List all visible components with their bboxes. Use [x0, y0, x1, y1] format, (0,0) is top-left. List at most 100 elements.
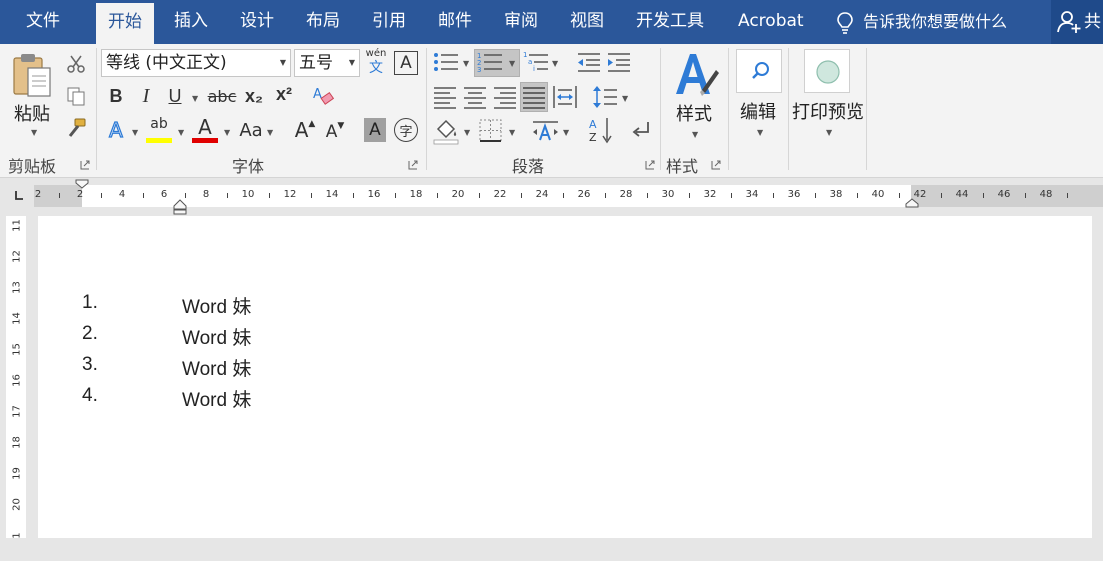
tab-layout[interactable]: 布局 [306, 0, 340, 44]
ruler-tick [1025, 193, 1026, 198]
vertical-ruler-label: 16 [11, 374, 23, 387]
print-preview-icon [816, 60, 840, 84]
highlight-button[interactable]: ab [146, 116, 172, 144]
italic-button[interactable]: I [135, 84, 157, 108]
phonetic-guide-button[interactable]: wén 文 [364, 48, 388, 78]
clipboard-icon [13, 54, 51, 97]
ruler-tick [773, 193, 774, 198]
tab-review[interactable]: 审阅 [504, 0, 538, 44]
hanging-indent-marker-icon[interactable] [173, 198, 187, 215]
grow-font-button[interactable]: A ▲ [292, 117, 318, 143]
strikethrough-button[interactable]: abc [206, 84, 238, 108]
align-center-button[interactable] [462, 84, 488, 110]
tab-view[interactable]: 视图 [570, 0, 604, 44]
decrease-indent-button[interactable] [576, 50, 602, 74]
text-effects-button[interactable]: A [104, 116, 128, 144]
underline-dropdown-icon[interactable]: ▼ [192, 94, 198, 103]
tab-mailings[interactable]: 邮件 [438, 0, 472, 44]
show-marks-button[interactable] [628, 118, 654, 144]
indent-icon [608, 53, 630, 72]
ruler-tick [479, 193, 480, 198]
ruler-tick [899, 193, 900, 198]
ruler-tick-label: 18 [409, 189, 423, 200]
share-button[interactable]: 共 [1051, 0, 1103, 44]
numbering-button[interactable]: 1 2 3 ▼ [474, 49, 520, 77]
shrink-font-button[interactable]: A ▼ [322, 119, 348, 145]
character-border-button[interactable]: A [394, 51, 418, 75]
ruler-tick-label: 22 [493, 189, 507, 200]
asian-layout-dropdown-icon[interactable]: ▼ [563, 128, 569, 137]
ruler-tick [1067, 193, 1068, 198]
paste-dropdown-icon[interactable]: ▼ [31, 128, 37, 137]
document-page[interactable]: 1. Word 妹 2. Word 妹 3. Word 妹 4. Word 妹 [38, 216, 1092, 538]
horizontal-ruler[interactable]: 2 2 4 6 8 10 12 14 16 18 20 22 24 26 28 30 32 34 36 38 40 42 4… [34, 179, 1103, 215]
asian-layout-button[interactable] [532, 118, 562, 144]
sort-button[interactable]: A Z [588, 116, 614, 144]
tab-developer[interactable]: 开发工具 [636, 0, 704, 44]
bold-button[interactable]: B [105, 84, 127, 108]
tab-home[interactable]: 开始 [96, 3, 154, 44]
font-color-dropdown-icon[interactable]: ▼ [224, 128, 230, 137]
line-spacing-button[interactable] [592, 84, 618, 110]
clear-formatting-button[interactable]: A [310, 84, 336, 108]
highlight-dropdown-icon[interactable]: ▼ [178, 128, 184, 137]
justify-button[interactable] [520, 82, 548, 112]
editing-button[interactable] [736, 49, 782, 93]
distributed-button[interactable] [552, 84, 578, 110]
shading-dropdown-icon[interactable]: ▼ [464, 128, 470, 137]
ruler-tick [101, 193, 102, 198]
subscript-button[interactable]: x₂ [241, 84, 267, 108]
borders-dropdown-icon[interactable]: ▼ [509, 128, 515, 137]
font-color-button[interactable]: A [192, 116, 218, 144]
align-right-button[interactable] [492, 84, 518, 110]
underline-button[interactable]: U [164, 84, 186, 108]
multilevel-dropdown-icon[interactable]: ▼ [552, 59, 558, 68]
line-spacing-dropdown-icon[interactable]: ▼ [622, 94, 628, 103]
right-indent-marker-icon[interactable] [905, 198, 919, 208]
tab-references[interactable]: 引用 [372, 0, 406, 44]
styles-dropdown-icon[interactable]: ▼ [692, 130, 698, 139]
tab-acrobat[interactable]: Acrobat [738, 0, 804, 44]
editing-dropdown-icon[interactable]: ▼ [757, 128, 763, 137]
bullets-dropdown-icon[interactable]: ▼ [463, 59, 469, 68]
return-arrow-icon [632, 122, 649, 137]
print-preview-dropdown-icon[interactable]: ▼ [826, 128, 832, 137]
paintbrush-icon [68, 118, 86, 137]
copy-button[interactable] [64, 84, 88, 108]
format-painter-button[interactable] [64, 116, 88, 140]
dialog-launcher-icon[interactable] [711, 160, 721, 170]
character-shading-button[interactable]: A [364, 118, 386, 142]
bullets-button[interactable] [432, 50, 462, 74]
first-line-indent-marker-icon[interactable] [75, 179, 89, 189]
tab-design[interactable]: 设计 [240, 0, 274, 44]
text-effects-dropdown-icon[interactable]: ▼ [132, 128, 138, 137]
change-case-dropdown-icon[interactable]: ▼ [267, 128, 273, 137]
multilevel-list-button[interactable]: 1 a i [522, 50, 552, 74]
font-name-combo[interactable]: 等线 (中文正文) ▼ [101, 49, 291, 77]
cut-button[interactable] [64, 52, 88, 76]
styles-gallery-button[interactable] [672, 50, 720, 98]
dialog-launcher-icon[interactable] [408, 160, 418, 170]
font-size-combo[interactable]: 五号 ▼ [294, 49, 360, 77]
change-case-button[interactable]: Aa [236, 117, 266, 143]
paste-button[interactable] [10, 50, 56, 98]
dialog-launcher-icon[interactable] [80, 160, 90, 170]
ruler-tick-label: 12 [283, 189, 297, 200]
increase-indent-button[interactable] [606, 50, 632, 74]
numbered-list-icon: 1 2 3 [477, 52, 502, 74]
dialog-launcher-icon[interactable] [645, 160, 655, 170]
enclose-characters-button[interactable]: 字 [394, 118, 418, 142]
print-preview-button[interactable] [804, 49, 850, 93]
ruler-tick-label: 24 [535, 189, 549, 200]
ruler-tick-label: 8 [202, 189, 210, 200]
tab-file[interactable]: 文件 [26, 0, 60, 44]
shading-button[interactable] [432, 117, 460, 145]
tab-insert[interactable]: 插入 [174, 0, 208, 44]
align-left-button[interactable] [432, 84, 458, 110]
borders-button[interactable] [478, 118, 504, 144]
vertical-ruler[interactable]: 11 12 13 14 15 16 17 18 19 20 1 [6, 216, 26, 539]
align-right-icon [494, 87, 516, 109]
superscript-button[interactable]: x² [271, 82, 297, 106]
align-center-icon [464, 87, 486, 109]
tab-selector-icon[interactable] [14, 190, 24, 200]
